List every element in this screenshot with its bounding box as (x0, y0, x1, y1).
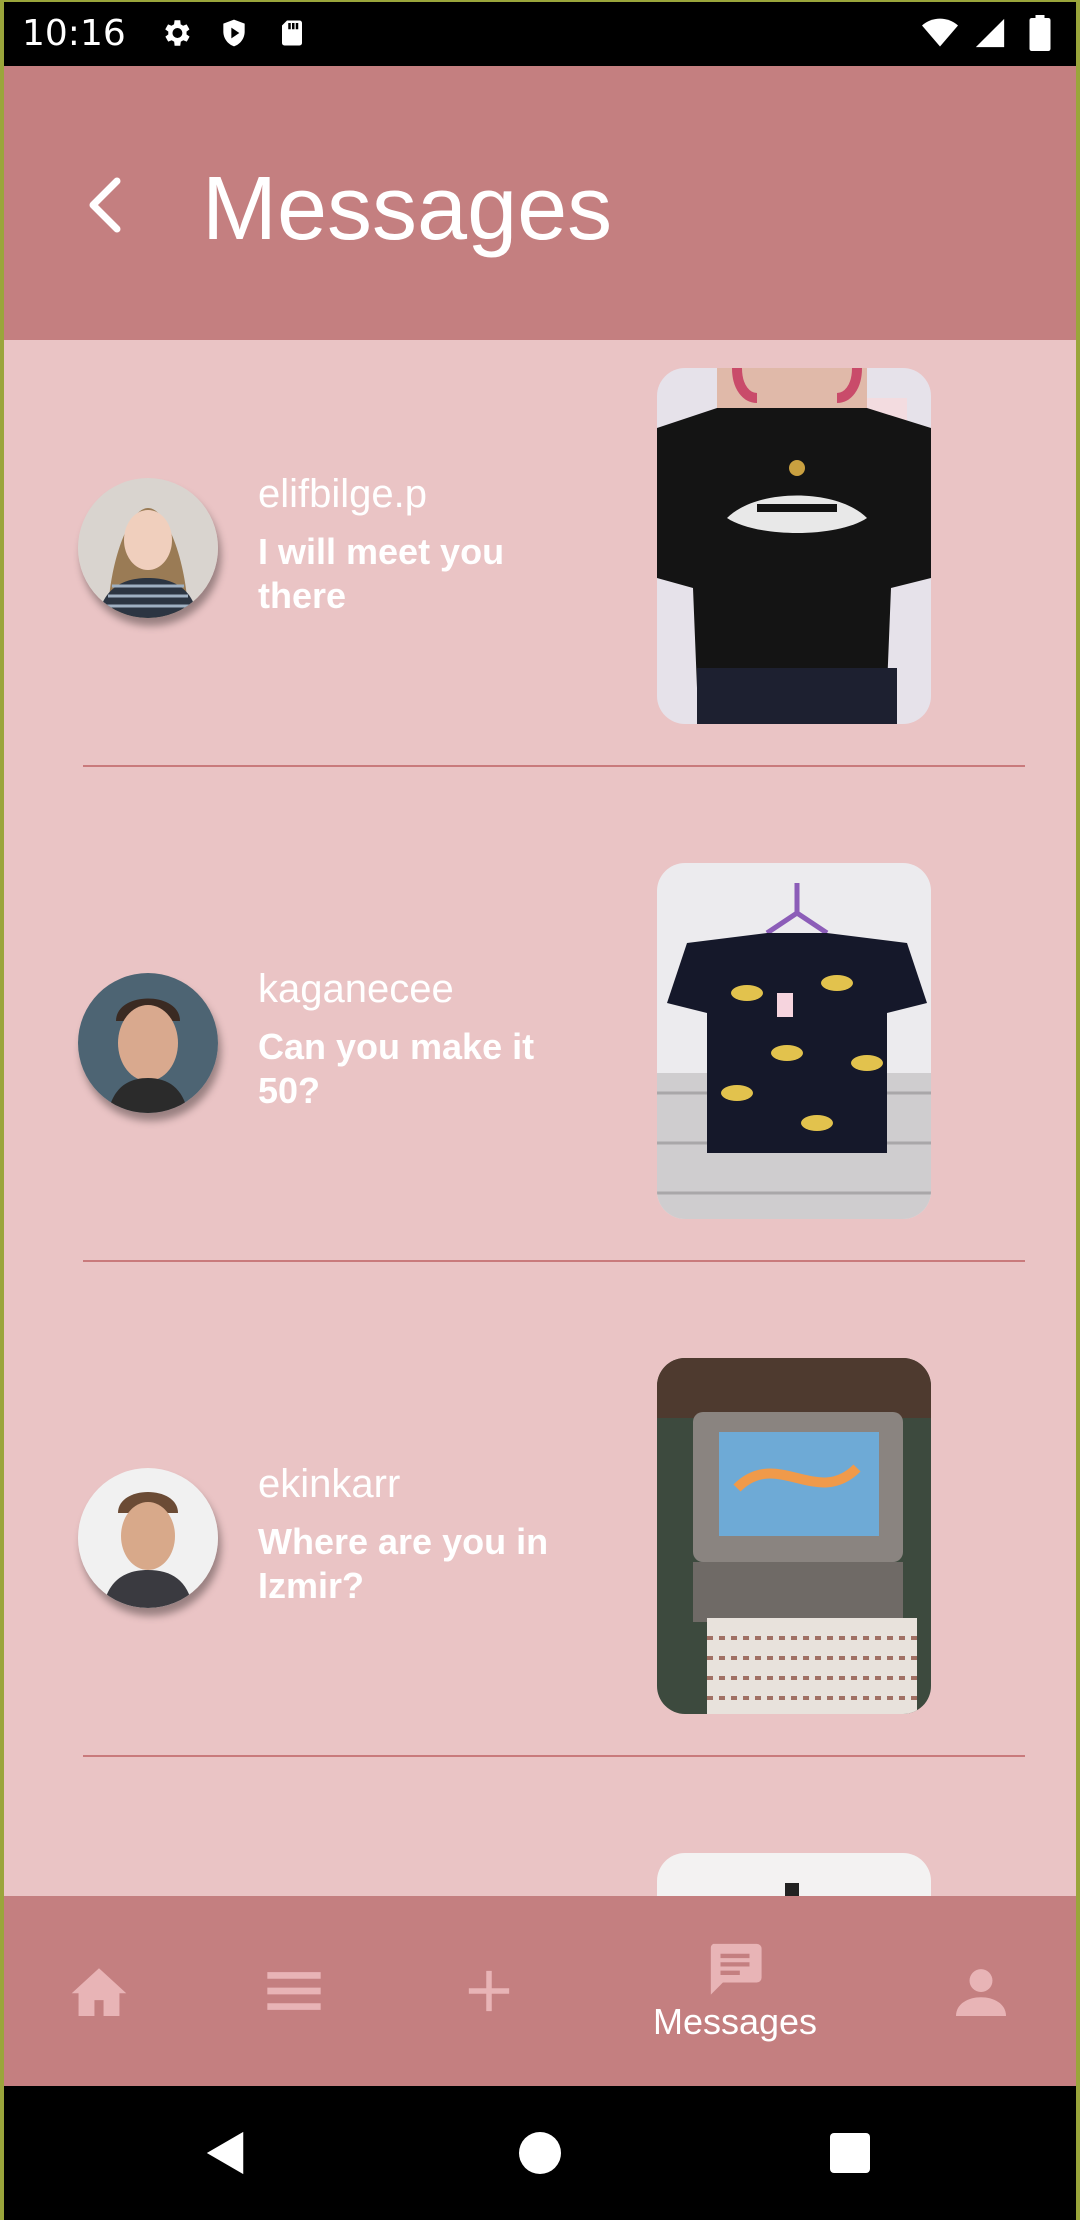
status-bar: 10:16 (0, 0, 1080, 66)
product-thumbnail[interactable] (657, 1358, 931, 1714)
nav-home[interactable] (40, 1896, 158, 2086)
nav-messages[interactable]: Messages (620, 1896, 850, 2086)
divider (83, 1260, 1025, 1262)
nav-profile[interactable] (922, 1896, 1040, 2086)
signal-icon (972, 15, 1008, 51)
divider (83, 765, 1025, 767)
menu-icon (267, 1972, 321, 2010)
message-row[interactable]: ekinkarr Where are you in Izmir? (0, 1330, 1080, 1825)
square-recents-icon (830, 2133, 870, 2173)
message-row[interactable] (0, 1825, 1080, 1896)
bottom-nav: Messages (0, 1896, 1080, 2086)
triangle-back-icon (206, 2131, 244, 2175)
circle-home-icon (519, 2132, 561, 2174)
divider (83, 1755, 1025, 1757)
wifi-icon (922, 15, 958, 51)
gear-icon (158, 15, 194, 51)
message-row[interactable]: kaganecee Can you make it 50? (0, 835, 1080, 1330)
back-button[interactable] (70, 170, 140, 240)
system-home-button[interactable] (480, 2086, 600, 2220)
status-icons-left (158, 15, 310, 51)
message-preview: Where are you in Izmir? (258, 1521, 549, 1606)
plus-icon (468, 1970, 510, 2012)
shield-icon (216, 15, 252, 51)
system-nav-bar (0, 2086, 1080, 2220)
status-icons-right (922, 15, 1058, 51)
message-preview: Can you make it 50? (258, 1026, 535, 1111)
avatar[interactable] (78, 478, 218, 618)
messages-list[interactable]: elifbilge.p I will meet you there kagane… (0, 340, 1080, 1896)
product-thumbnail[interactable] (657, 1853, 931, 1896)
message-username: kaganecee (258, 967, 454, 1011)
battery-icon (1022, 15, 1058, 51)
page-title: Messages (202, 159, 613, 259)
chat-icon (710, 1943, 762, 1995)
sd-card-icon (274, 15, 310, 51)
nav-messages-label: Messages (652, 2001, 818, 2042)
avatar[interactable] (78, 973, 218, 1113)
nav-add[interactable] (430, 1896, 548, 2086)
product-thumbnail[interactable] (657, 368, 931, 724)
status-time: 10:16 (22, 12, 126, 54)
home-icon (71, 1968, 127, 2016)
product-thumbnail[interactable] (657, 863, 931, 1219)
avatar[interactable] (78, 1468, 218, 1608)
system-back-button[interactable] (166, 2086, 286, 2220)
system-recents-button[interactable] (790, 2086, 910, 2220)
chevron-left-icon (89, 177, 121, 233)
app-header: Messages (0, 66, 1080, 340)
message-row[interactable]: elifbilge.p I will meet you there (0, 340, 1080, 835)
message-preview: I will meet you there (258, 531, 505, 616)
message-username: elifbilge.p (258, 472, 428, 516)
person-icon (956, 1969, 1006, 2016)
nav-menu[interactable] (235, 1896, 353, 2086)
message-username: ekinkarr (258, 1462, 401, 1506)
